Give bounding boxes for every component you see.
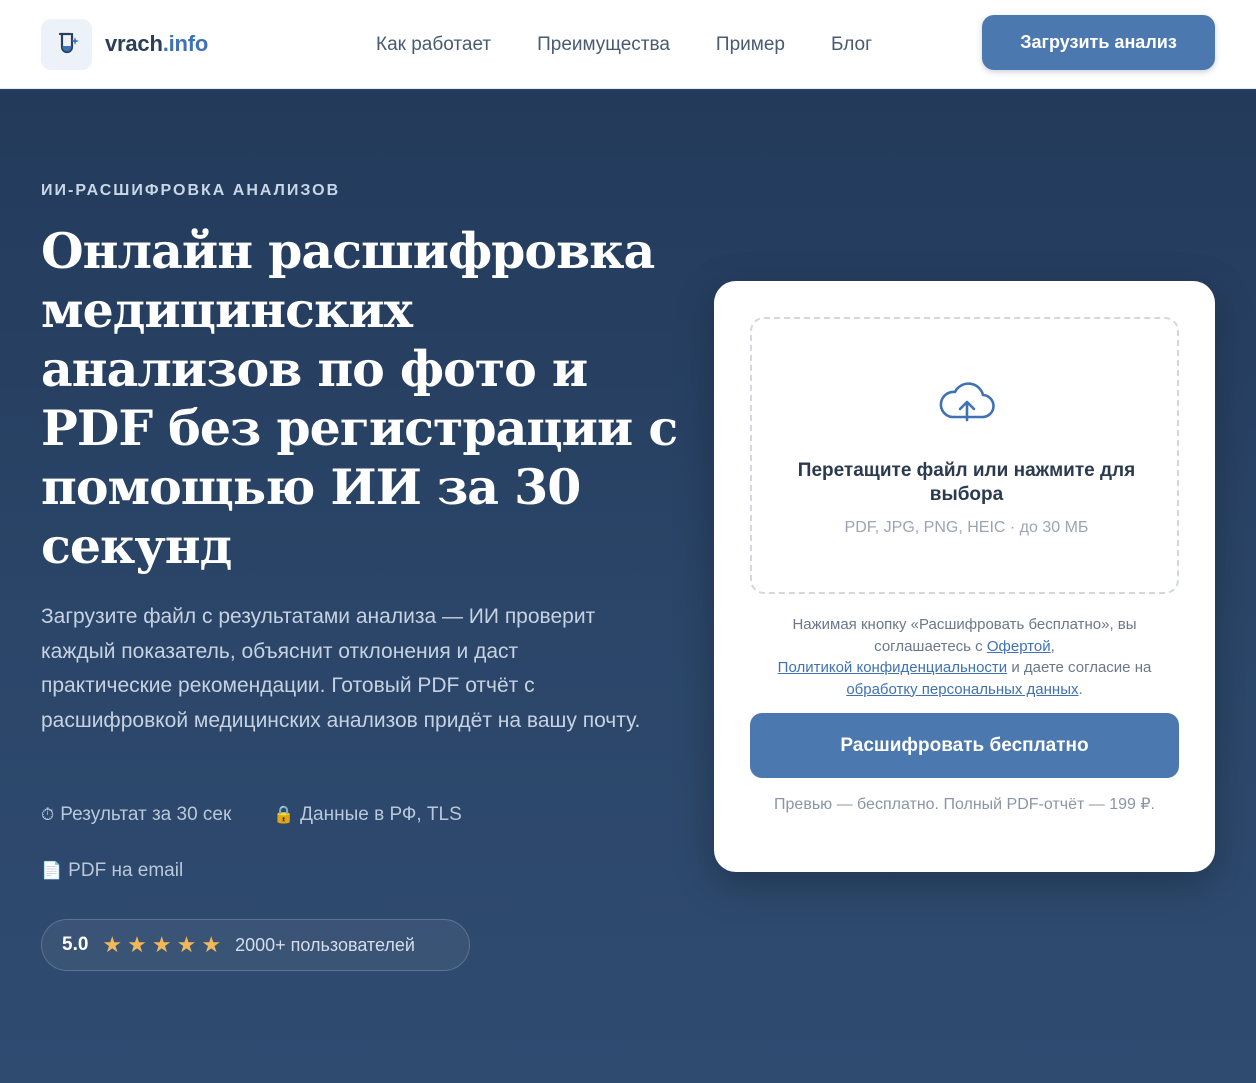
star-icon: ★ xyxy=(102,932,123,957)
star-icon: ★ xyxy=(201,932,222,957)
offer-link[interactable]: Офертой xyxy=(987,638,1051,655)
lock-icon: 🔒 xyxy=(273,805,295,824)
personal-data-link[interactable]: обработку персональных данных xyxy=(846,681,1078,698)
decode-free-button[interactable]: Расшифровать бесплатно xyxy=(750,713,1179,778)
dropzone-title: Перетащите файл или нажмите для выбора xyxy=(797,460,1136,505)
main-nav: Как работает Преимущества Пример Блог xyxy=(376,0,872,89)
nav-how-it-works[interactable]: Как работает xyxy=(376,34,491,56)
rating-badge: 5.0 ★ ★ ★ ★ ★ 2000+ пользователей xyxy=(41,919,470,971)
nav-advantages[interactable]: Преимущества xyxy=(537,34,670,56)
stopwatch-icon: ⏱ xyxy=(41,805,55,824)
star-icon: ★ xyxy=(127,932,147,957)
feature-result-time: ⏱ Результат за 30 сек xyxy=(41,804,231,826)
hero-title: Онлайн расшифровка медицинских анализов … xyxy=(41,222,678,575)
hero-section: ИИ-РАСШИФРОВКА АНАЛИЗОВ Онлайн расшифров… xyxy=(0,90,1256,1083)
pricing-note: Превью — бесплатно. Полный PDF-отчёт — 1… xyxy=(774,796,1155,813)
hero-subtitle: Загрузите файл с результатами анализа — … xyxy=(41,605,641,732)
upload-card: Перетащите файл или нажмите для выбора P… xyxy=(714,281,1215,872)
feature-pdf-email: 📄 PDF на email xyxy=(41,860,183,882)
consent-text: Нажимая кнопку «Расшифровать бесплатно»,… xyxy=(777,616,1152,698)
feature-label: Результат за 30 сек xyxy=(60,804,232,825)
star-icon: ★ xyxy=(176,932,197,957)
feature-data-security: 🔒 Данные в РФ, TLS xyxy=(273,804,462,826)
dropzone-formats: PDF, JPG, PNG, HEIC · до 30 МБ xyxy=(844,519,1089,536)
flask-sparkle-icon xyxy=(41,18,92,70)
star-icon: ★ xyxy=(151,932,172,957)
brand-name: vrach.info xyxy=(105,31,209,56)
upload-analysis-button[interactable]: Загрузить анализ xyxy=(982,15,1215,70)
feature-label: Данные в РФ, TLS xyxy=(300,804,462,825)
rating-users-count: 2000+ пользователей xyxy=(235,934,415,955)
hero-eyebrow: ИИ-РАСШИФРОВКА АНАЛИЗОВ xyxy=(41,182,341,199)
rating-score: 5.0 xyxy=(62,934,89,955)
privacy-policy-link[interactable]: Политикой конфиденциальности xyxy=(778,659,1008,676)
brand-logo[interactable]: vrach.info xyxy=(41,18,209,70)
document-icon: 📄 xyxy=(41,861,63,880)
site-header: vrach.info Как работает Преимущества При… xyxy=(0,0,1256,89)
rating-stars: ★ ★ ★ ★ ★ xyxy=(102,934,221,956)
feature-label: PDF на email xyxy=(68,860,184,881)
file-dropzone[interactable]: Перетащите файл или нажмите для выбора P… xyxy=(750,317,1179,594)
cloud-upload-icon xyxy=(939,382,995,422)
nav-example[interactable]: Пример xyxy=(716,34,785,56)
nav-blog[interactable]: Блог xyxy=(831,34,872,56)
